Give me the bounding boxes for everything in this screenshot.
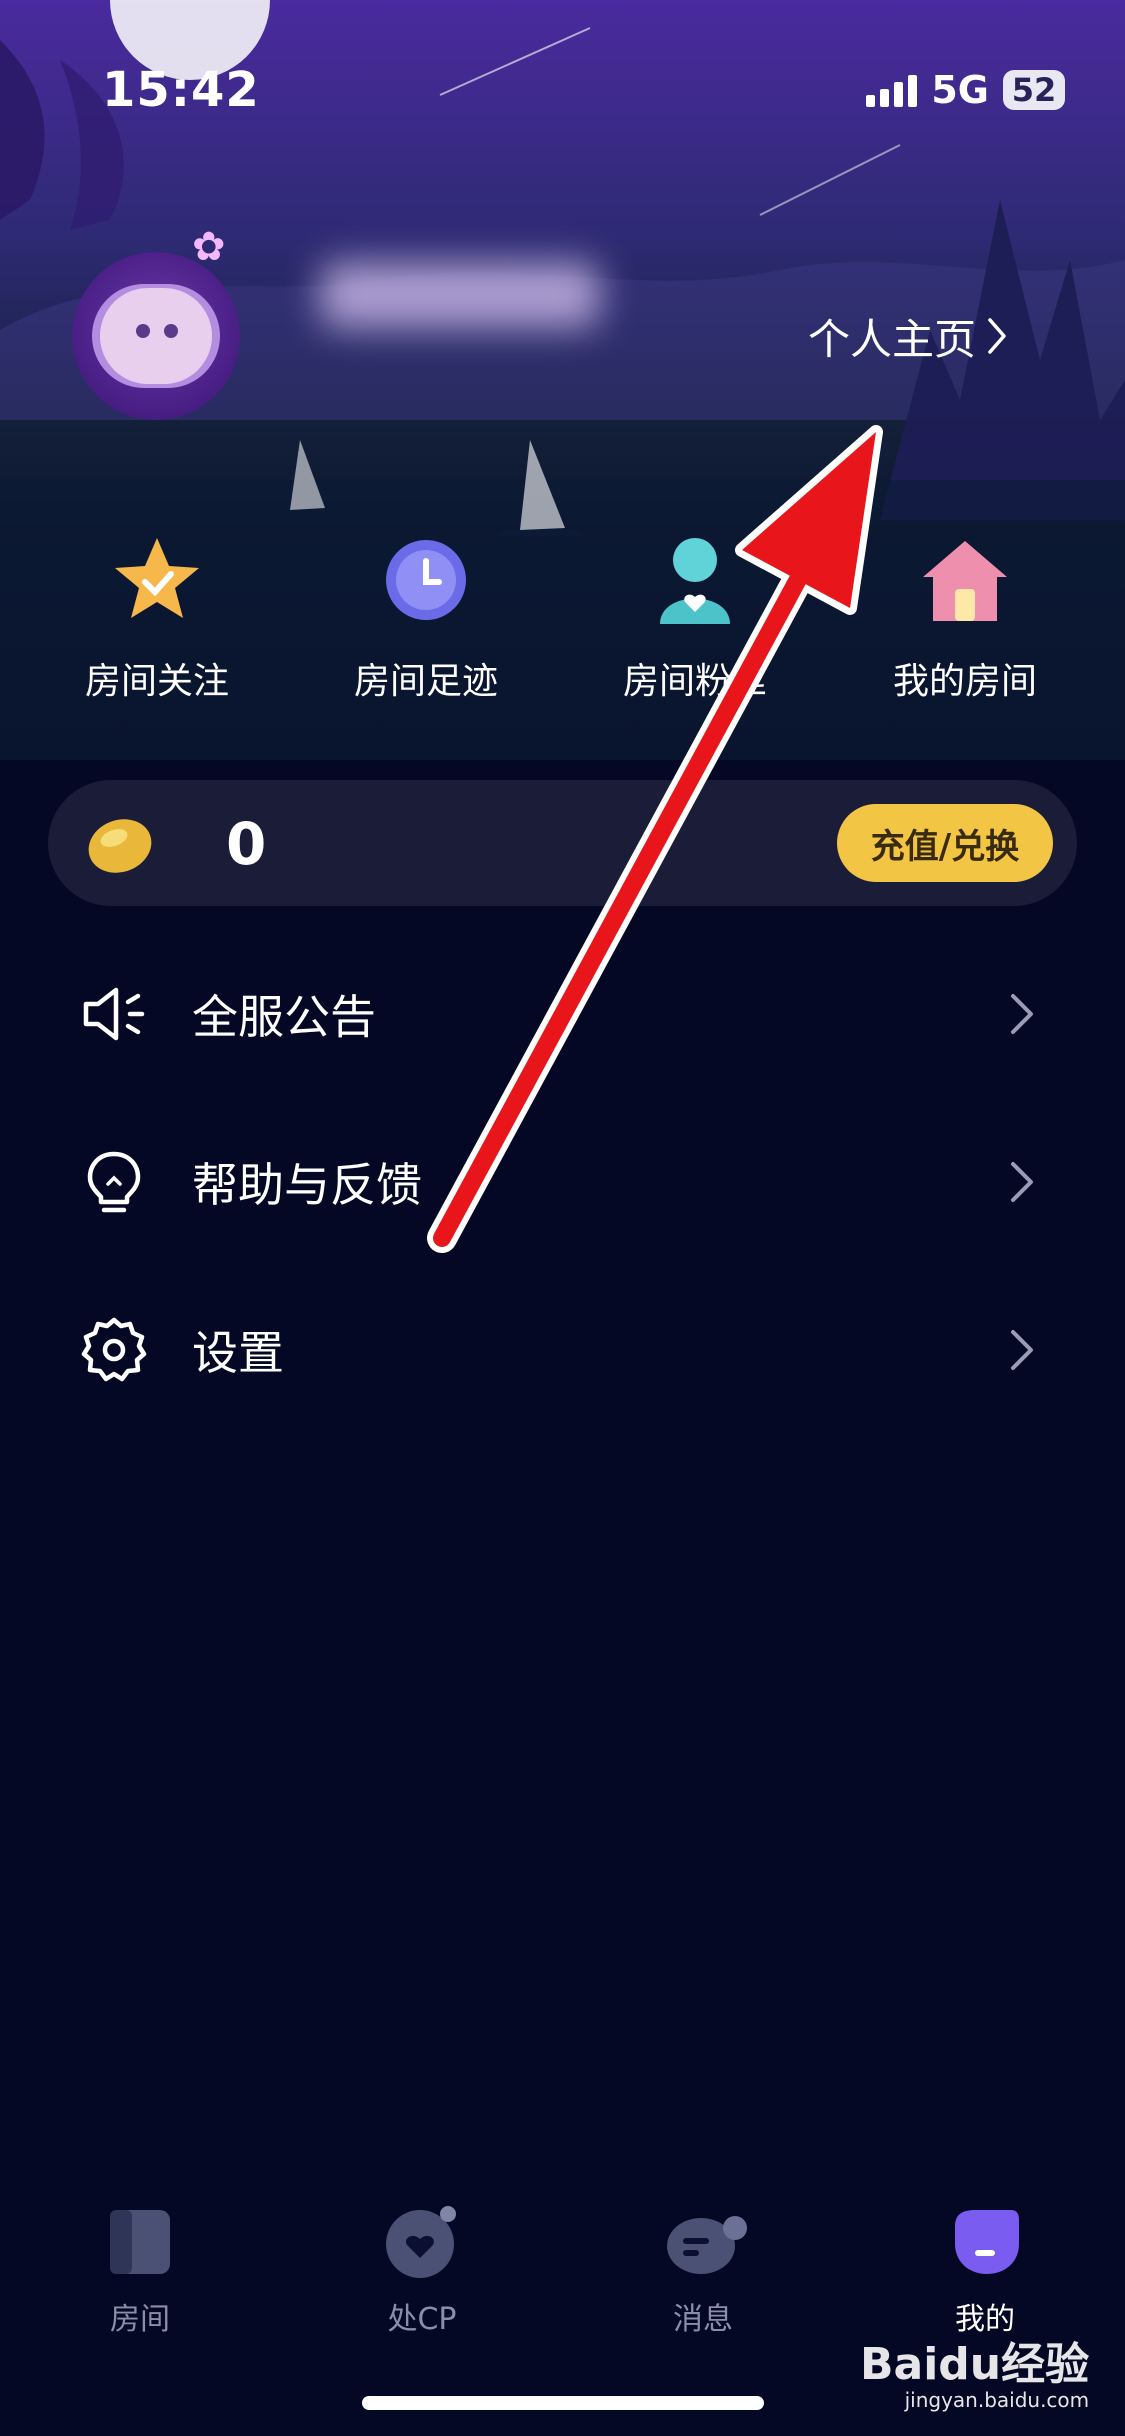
quick-room-fans-label: 房间粉丝: [622, 661, 767, 702]
watermark-url: jingyan.baidu.com: [904, 2388, 1090, 2412]
quick-my-room-label: 我的房间: [892, 661, 1037, 702]
menu-item-settings[interactable]: 设置: [0, 1266, 1125, 1434]
quick-room-fans[interactable]: 房间粉丝: [585, 530, 805, 704]
menu-item-help-feedback[interactable]: 帮助与反馈: [0, 1098, 1125, 1266]
tab-mine[interactable]: 我的: [885, 2190, 1085, 2338]
tab-cp[interactable]: 处CP: [322, 2190, 522, 2338]
tab-cp-label: 处CP: [387, 2302, 457, 2337]
cellular-signal-icon: [866, 73, 918, 107]
speaker-icon: [83, 987, 145, 1041]
chevron-right-icon: [988, 318, 1006, 354]
profile-page-link[interactable]: 个人主页: [808, 308, 1008, 364]
star-check-icon: [107, 530, 207, 630]
quick-my-room[interactable]: 我的房间: [855, 530, 1075, 704]
bottom-tab-bar: 房间 处CP 消息 我的: [0, 2190, 1125, 2350]
watermark-text: Baidu经验: [860, 2339, 1090, 2390]
room-door-icon: [102, 2204, 178, 2280]
tab-messages-label: 消息: [673, 2302, 733, 2337]
username-redacted: [320, 262, 600, 328]
quick-actions: 房间关注 房间足迹 房间粉丝 我的房间: [0, 530, 1125, 720]
quick-room-follow-label: 房间关注: [84, 661, 229, 702]
chevron-right-icon: [1011, 1162, 1033, 1202]
lightbulb-icon: [87, 1151, 141, 1213]
profile-face-icon: [947, 2204, 1023, 2280]
chevron-right-icon: [1011, 1330, 1033, 1370]
status-indicators: 5G 52: [866, 64, 1065, 116]
battery-icon: 52: [1003, 70, 1065, 110]
gear-icon: [81, 1317, 147, 1382]
menu-item-help-feedback-label: 帮助与反馈: [192, 1158, 422, 1212]
tab-messages[interactable]: 消息: [603, 2190, 803, 2338]
status-time: 15:42: [102, 62, 260, 118]
person-heart-icon: [645, 530, 745, 630]
chevron-right-icon: [1011, 994, 1033, 1034]
menu-item-announcement-label: 全服公告: [192, 990, 376, 1044]
settings-menu: 全服公告 帮助与反馈 设置: [0, 930, 1125, 1434]
gold-bean-icon: [88, 819, 152, 873]
home-indicator: [362, 2396, 764, 2410]
heart-chat-icon: [384, 2204, 460, 2280]
message-bubbles-icon: [665, 2204, 747, 2280]
menu-item-announcement[interactable]: 全服公告: [0, 930, 1125, 1098]
quick-room-follow[interactable]: 房间关注: [47, 530, 267, 704]
clock-icon: [376, 530, 476, 630]
avatar-face: [100, 288, 212, 384]
flower-badge-icon: ✿: [192, 224, 226, 270]
wallet-bar: 0 充值/兑换: [48, 780, 1077, 906]
wallet-balance: 0: [226, 810, 267, 878]
profile-link-label: 个人主页: [808, 314, 977, 364]
profile-header: 15:42 5G 52 ✿ 个人主页 房间关注 房间足迹 房间粉丝 我的房间: [0, 0, 1125, 760]
house-icon: [915, 530, 1015, 630]
recharge-exchange-button[interactable]: 充值/兑换: [837, 804, 1053, 882]
avatar[interactable]: ✿: [72, 224, 240, 420]
menu-item-settings-label: 设置: [192, 1326, 284, 1380]
quick-room-footprint[interactable]: 房间足迹: [316, 530, 536, 704]
network-type: 5G: [931, 68, 989, 112]
tab-room-label: 房间: [110, 2302, 170, 2337]
baidu-jingyan-watermark: Baidu经验 jingyan.baidu.com: [860, 2328, 1089, 2412]
quick-room-footprint-label: 房间足迹: [353, 661, 498, 702]
tab-room[interactable]: 房间: [40, 2190, 240, 2338]
